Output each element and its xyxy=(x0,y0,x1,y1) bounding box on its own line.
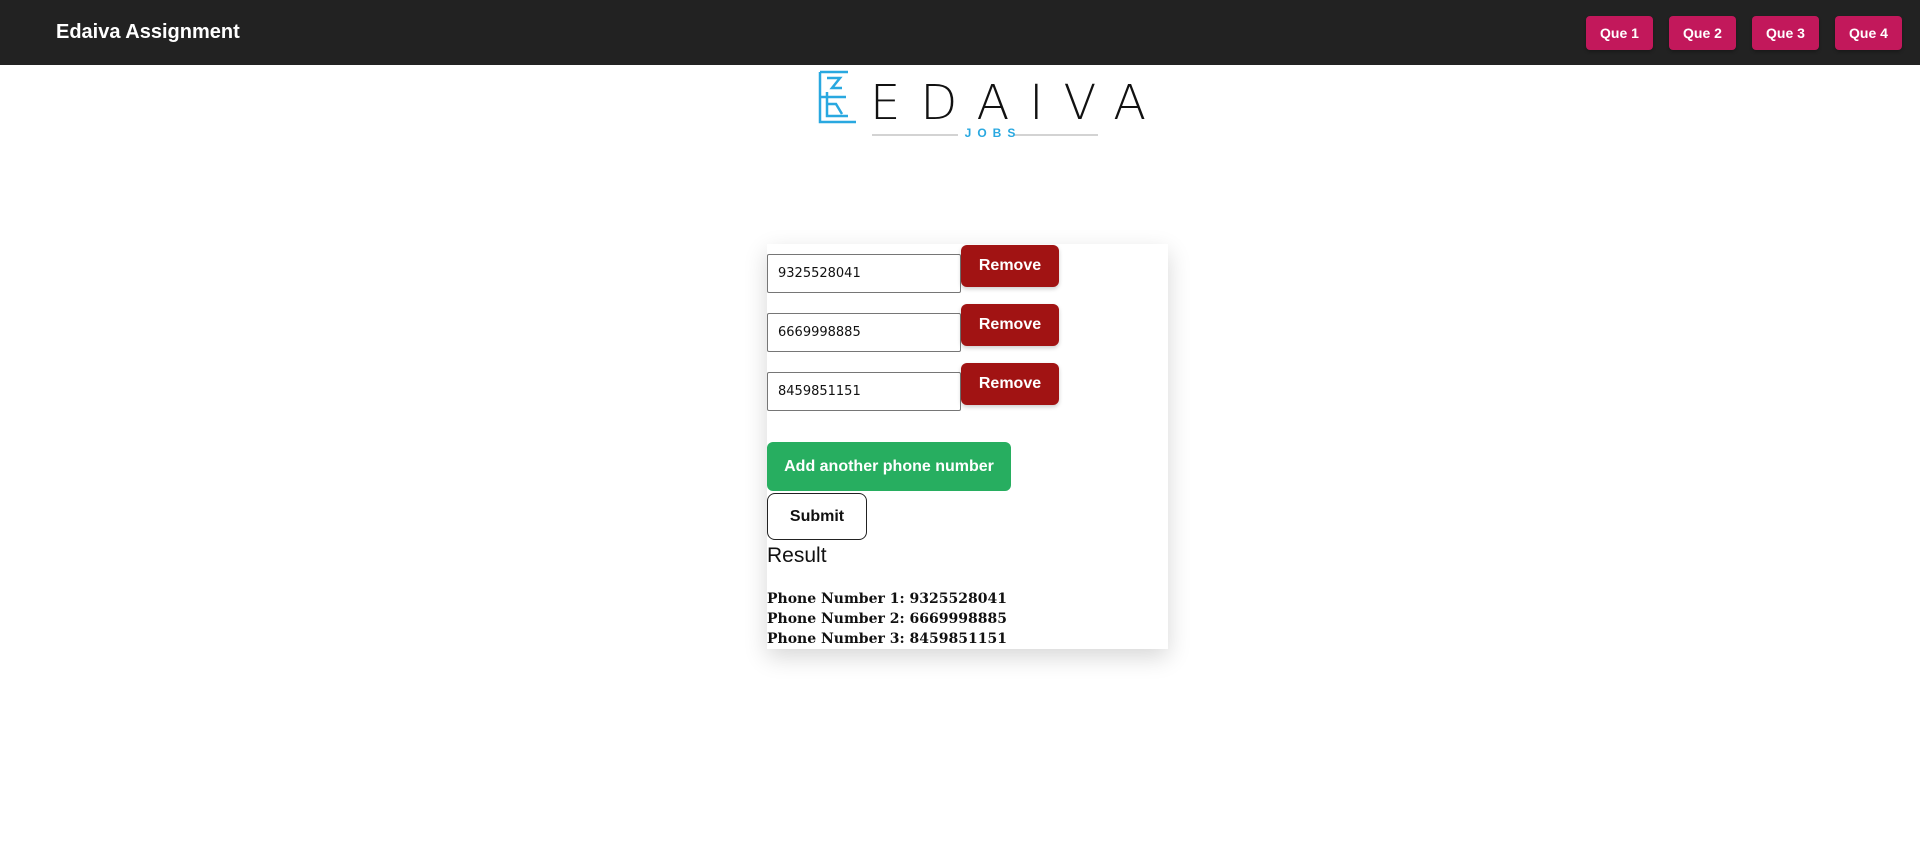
que-4-button[interactable]: Que 4 xyxy=(1835,16,1902,50)
phone-input-3[interactable]: 8459851151 xyxy=(767,372,961,411)
phone-input-2[interactable]: 6669998885 xyxy=(767,313,961,352)
result-line: Phone Number 1: 9325528041 xyxy=(767,591,1007,607)
phone-row: 8459851151 Remove xyxy=(767,362,1168,411)
logo-tagline: JOBS xyxy=(964,126,1022,140)
logo-wordmark: EDAIVA xyxy=(870,75,1167,131)
remove-button-2[interactable]: Remove xyxy=(961,304,1059,346)
result-heading: Result xyxy=(767,544,827,567)
top-navbar: Edaiva Assignment Que 1 Que 2 Que 3 Que … xyxy=(0,0,1920,65)
que-2-button[interactable]: Que 2 xyxy=(1669,16,1736,50)
result-line: Phone Number 2: 6669998885 xyxy=(767,611,1007,627)
edaiva-logo: EDAIVA JOBS xyxy=(818,70,1146,146)
add-phone-button[interactable]: Add another phone number xyxy=(767,442,1011,491)
app-title: Edaiva Assignment xyxy=(56,21,240,43)
phone-row: 9325528041 Remove xyxy=(767,244,1168,293)
que-1-button[interactable]: Que 1 xyxy=(1586,16,1653,50)
remove-button-3[interactable]: Remove xyxy=(961,363,1059,405)
phone-input-1[interactable]: 9325528041 xyxy=(767,254,961,293)
remove-button-1[interactable]: Remove xyxy=(961,245,1059,287)
result-list: Phone Number 1: 9325528041 Phone Number … xyxy=(767,589,1007,649)
result-line: Phone Number 3: 8459851151 xyxy=(767,631,1007,647)
phone-form-card: 9325528041 Remove 6669998885 Remove 8459… xyxy=(767,244,1168,649)
phone-row: 6669998885 Remove xyxy=(767,303,1168,352)
que-3-button[interactable]: Que 3 xyxy=(1752,16,1819,50)
submit-button[interactable]: Submit xyxy=(767,493,867,540)
